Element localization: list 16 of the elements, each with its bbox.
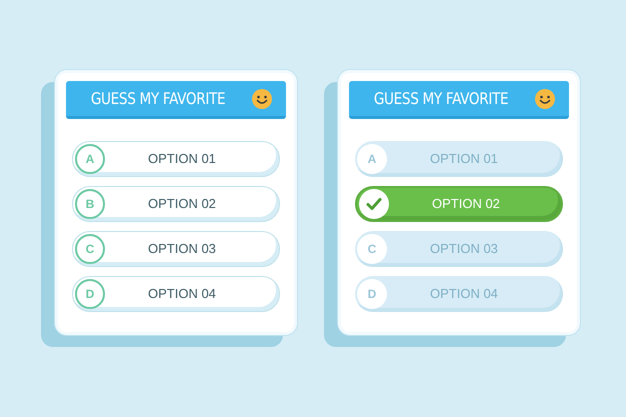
- smiley-icon: [534, 88, 556, 110]
- answer-option[interactable]: B OPTION 02: [72, 186, 280, 222]
- letter-badge: D: [75, 279, 105, 309]
- check-icon: [366, 197, 382, 211]
- letter-badge: A: [357, 144, 387, 174]
- letter-badge: C: [75, 234, 105, 264]
- letter-badge: A: [75, 144, 105, 174]
- title-bar: GUESS MY FAVORITE: [349, 81, 569, 119]
- title-bar: GUESS MY FAVORITE: [66, 81, 286, 119]
- smiley-icon: [251, 88, 274, 110]
- answer-option[interactable]: D OPTION 04: [72, 276, 280, 312]
- letter-badge: B: [75, 189, 105, 219]
- answer-option[interactable]: A OPTION 01: [72, 141, 280, 177]
- letter-badge: C: [357, 234, 387, 264]
- letter-badge: D: [357, 279, 387, 309]
- answer-option[interactable]: C OPTION 03: [72, 231, 280, 267]
